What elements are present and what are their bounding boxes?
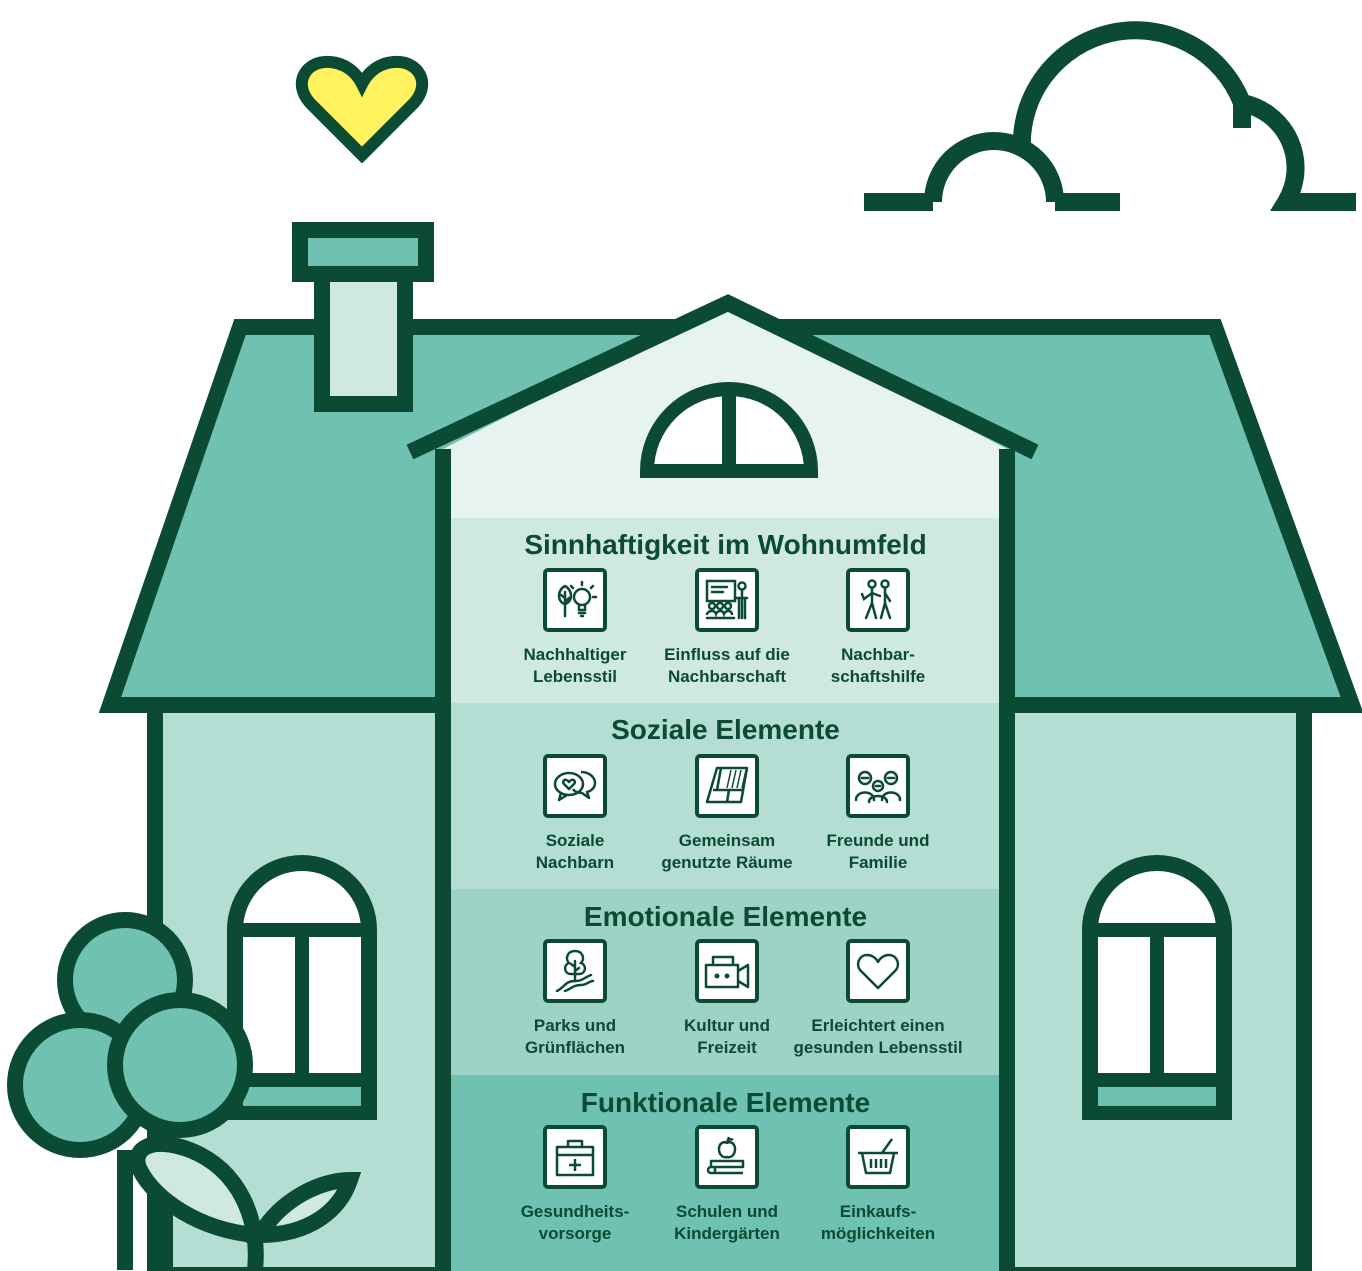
tree-lightbulb-icon	[543, 568, 607, 632]
item-nachbarschaftshilfe: Nachbar- schaftshilfe	[778, 568, 978, 688]
chat-bubbles-heart-icon	[543, 754, 607, 818]
shopping-basket-icon	[846, 1125, 910, 1189]
chimney	[314, 262, 413, 412]
cloud-icon	[864, 21, 1356, 211]
floor-plan-icon	[695, 754, 759, 818]
park-tree-path-icon	[543, 939, 607, 1003]
group-people-icon	[846, 754, 910, 818]
item-einkaufsmoeglichkeiten: Einkaufs- möglichkeiten	[778, 1125, 978, 1245]
section-title-sinnhaftigkeit: Sinnhaftigkeit im Wohnumfeld	[524, 529, 927, 560]
item-freunde-familie: Freunde und Familie	[778, 754, 978, 874]
heart-icon-yellow	[295, 55, 429, 164]
label-line2: schaftshilfe	[830, 667, 926, 686]
first-aid-kit-icon	[543, 1125, 607, 1189]
heart-icon	[846, 939, 910, 1003]
label-line1: Einkaufs-	[839, 1202, 917, 1221]
right-window	[1082, 855, 1232, 1120]
label-line1: Nachbar-	[841, 645, 915, 664]
label-line2: Familie	[848, 853, 908, 872]
helping-neighbors-icon	[846, 568, 910, 632]
section-title-funktionale: Funktionale Elemente	[580, 1087, 871, 1118]
section-title-soziale: Soziale Elemente	[611, 714, 840, 745]
presentation-audience-icon	[695, 568, 759, 632]
left-window	[227, 855, 377, 1120]
label-line2: gesunden Lebensstil	[793, 1038, 963, 1057]
item-gesunder-lebensstil: Erleichtert einen gesunden Lebensstil	[778, 939, 978, 1059]
label-line2: möglichkeiten	[820, 1224, 936, 1243]
chimney-cap	[292, 222, 434, 282]
section-title-emotionale: Emotionale Elemente	[583, 901, 868, 932]
label-line1: Erleichtert einen	[811, 1016, 945, 1035]
books-apple-icon	[695, 1125, 759, 1189]
label-line1: Freunde und	[826, 831, 930, 850]
video-camera-icon	[695, 939, 759, 1003]
